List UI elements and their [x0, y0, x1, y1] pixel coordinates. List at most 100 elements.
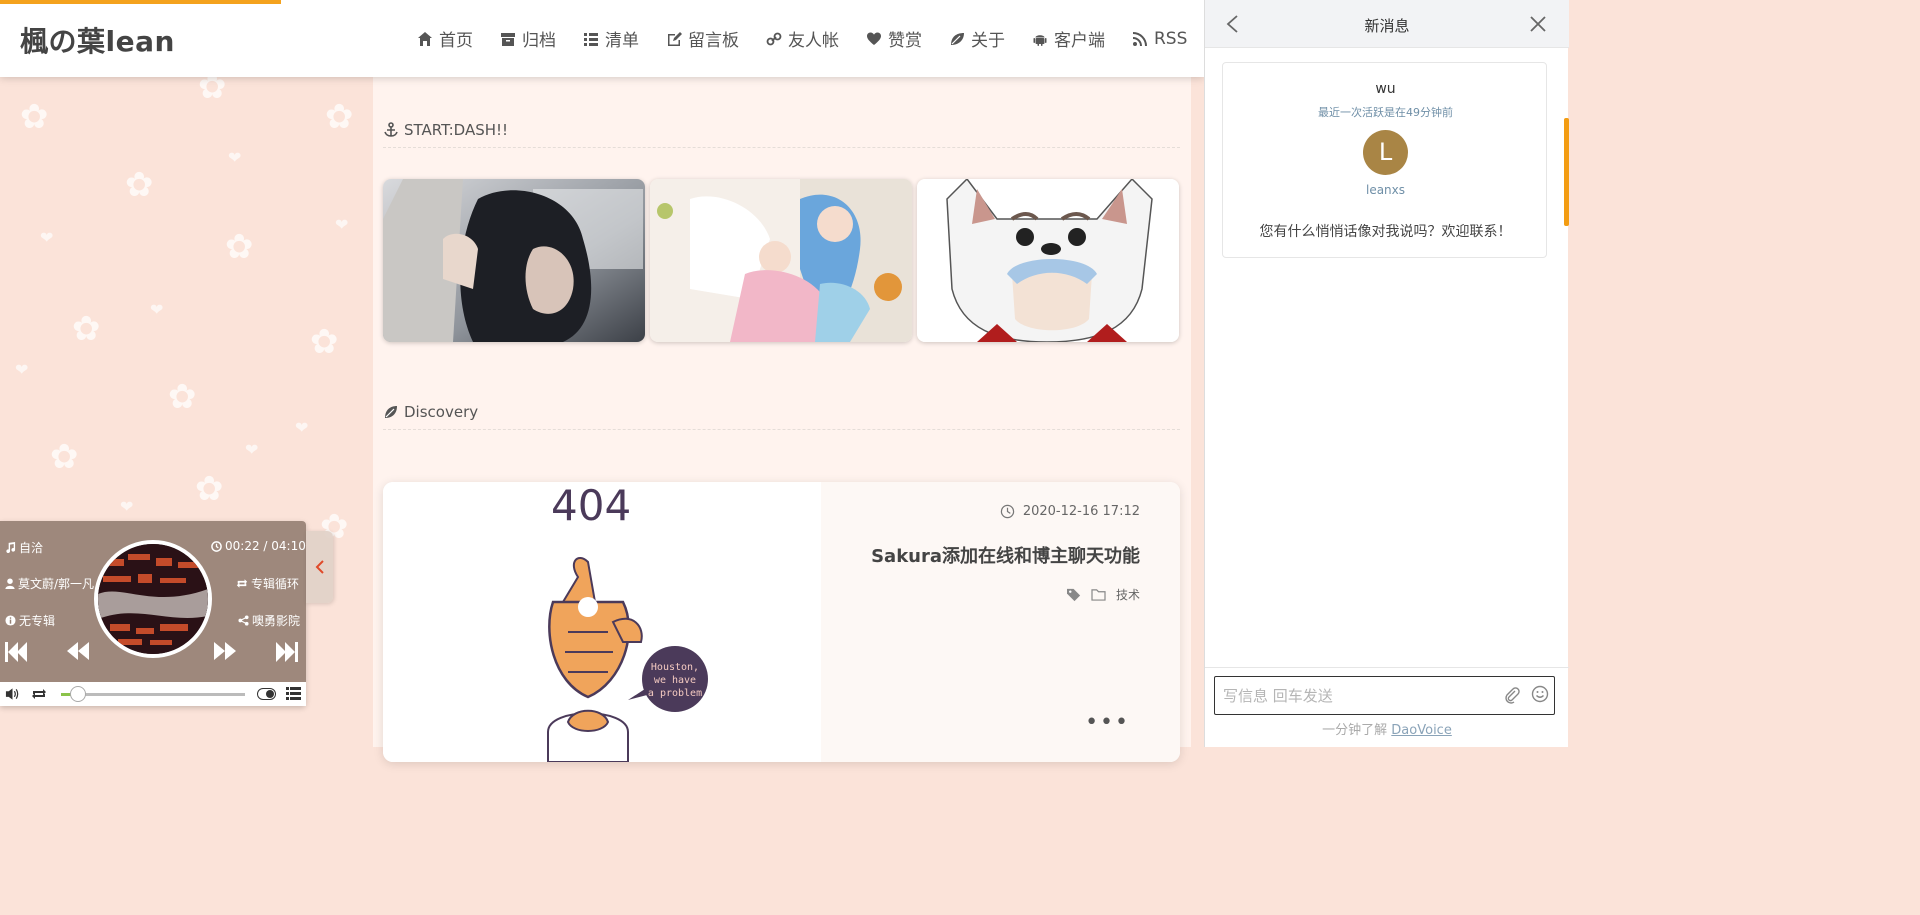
post-thumbnail[interactable]: 404 Houston, we have a problem [383, 482, 821, 762]
emoji-icon[interactable] [1531, 685, 1549, 707]
reading-progress-bar [0, 0, 281, 4]
nav-item-home[interactable]: 首页 [416, 26, 473, 51]
sakura-flower-icon: ✿ [72, 309, 101, 349]
player-album: 无专辑 [5, 612, 55, 629]
featured-card-1[interactable] [383, 179, 645, 342]
agent-card: wu 最近一次活跃是在49分钟前 L leanxs 您有什么悄悄话像对我说吗？欢… [1222, 62, 1547, 258]
share-icon [238, 615, 249, 626]
skip-forward-button[interactable] [275, 641, 299, 663]
player-time-text: 00:22 / 04:10 [225, 539, 306, 553]
skip-forward-icon [276, 642, 298, 662]
android-icon [1031, 30, 1049, 48]
post-card[interactable]: 404 Houston, we have a problem 2020-12-1… [383, 482, 1180, 762]
progress-knob[interactable] [69, 686, 86, 702]
post-title[interactable]: Sakura添加在线和博主聊天功能 [871, 542, 1140, 568]
bubble-line-1: Houston, [651, 662, 699, 673]
music-player: 自洽 00:22 / 04:10 莫文蔚/郭一凡 专辑循环 无专辑 噢勇影院 [0, 521, 306, 706]
post-category[interactable]: 技术 [1116, 586, 1140, 603]
paperclip-icon[interactable] [1504, 686, 1520, 708]
player-share[interactable]: 噢勇影院 [238, 612, 300, 629]
rss-icon [1131, 30, 1149, 48]
loop-toggle-icon[interactable] [31, 687, 47, 704]
bubble-line-3: a problem [648, 688, 702, 699]
chevron-left-icon [315, 560, 324, 574]
sakura-petal-icon: ❤ [228, 148, 242, 167]
nav-item-client[interactable]: 客户端 [1031, 26, 1105, 51]
post-meta: 技术 [1066, 586, 1140, 603]
chat-scrollbar[interactable] [1564, 118, 1569, 226]
progress-track[interactable] [61, 693, 245, 696]
clock-icon [1000, 504, 1015, 519]
agent-handle: leanxs [1365, 183, 1406, 197]
sakura-flower-icon: ✿ [50, 437, 79, 477]
player-artist-text: 莫文蔚/郭一凡 [18, 577, 95, 591]
sakura-petal-icon: ❤ [120, 497, 134, 516]
post-date: 2020-12-16 17:12 [1000, 504, 1140, 519]
section-title-text: Discovery [404, 403, 479, 421]
post-more-button[interactable]: ••• [1085, 710, 1130, 735]
sakura-petal-icon: ❤ [15, 360, 29, 379]
featured-anime-girl-dark-hair-image [383, 179, 645, 342]
featured-card-3[interactable] [917, 179, 1179, 342]
fast-forward-button[interactable] [213, 641, 237, 661]
skip-back-button[interactable] [5, 641, 29, 663]
sakura-petal-icon: ❤ [295, 418, 309, 437]
site-title[interactable]: 楓の葉lean [20, 20, 175, 60]
not-found-cat-illustration: 404 Houston, we have a problem [547, 482, 708, 762]
player-song: 自洽 [5, 539, 43, 556]
player-control-bar [0, 682, 306, 706]
album-cover-disc [94, 540, 212, 658]
chat-powered-by: 一分钟了解 DaoVoice [1205, 719, 1569, 738]
nav-item-about[interactable]: 关于 [948, 26, 1005, 51]
nav-item-donate[interactable]: 赞赏 [865, 26, 922, 51]
featured-gintoki-dog-hat-image [917, 179, 1179, 342]
folder-icon [1091, 589, 1106, 601]
nav-label: 关于 [971, 31, 1005, 51]
post-info: 2020-12-16 17:12 Sakura添加在线和博主聊天功能 技术 ••… [821, 482, 1180, 762]
info-icon [5, 615, 16, 626]
playlist-icon[interactable] [286, 687, 301, 703]
nav-label: 友人帐 [788, 31, 839, 51]
nav-item-rss[interactable]: RSS [1131, 26, 1187, 51]
player-loop-mode[interactable]: 专辑循环 [236, 575, 299, 592]
bubble-line-2: we have [654, 675, 696, 686]
close-icon[interactable] [1529, 15, 1547, 37]
volume-icon[interactable] [5, 687, 20, 704]
sakura-flower-icon: ✿ [168, 377, 197, 417]
agent-greeting: 您有什么悄悄话像对我说吗？欢迎联系！ [1259, 224, 1512, 240]
leaf-icon [948, 30, 966, 48]
player-artist: 莫文蔚/郭一凡 [5, 575, 94, 592]
nav-item-list[interactable]: 清单 [582, 26, 639, 51]
sakura-petal-icon: ❤ [245, 440, 259, 459]
nav-label: 客户端 [1054, 31, 1105, 51]
nav-item-archive[interactable]: 归档 [499, 26, 556, 51]
main-content: START:DASH!! Discovery 404 Houston, we h… [373, 0, 1191, 762]
section-title-text: START:DASH!! [404, 121, 509, 139]
agent-name: wu [1375, 81, 1396, 97]
nav-label: 归档 [522, 31, 556, 51]
chat-title: 新消息 [1364, 17, 1410, 35]
nav-item-friends[interactable]: 友人帐 [765, 26, 839, 51]
lyrics-toggle-icon[interactable] [257, 688, 276, 703]
skip-back-icon [5, 642, 27, 662]
player-collapse-button[interactable] [306, 531, 333, 603]
sakura-petal-icon: ❤ [40, 228, 54, 247]
player-share-text: 噢勇影院 [252, 614, 301, 628]
section-title-start-dash: START:DASH!! [383, 121, 508, 139]
chat-footer-divider [1205, 667, 1569, 668]
featured-card-2[interactable] [650, 179, 912, 342]
sakura-flower-icon: ✿ [325, 97, 354, 137]
sakura-flower-icon: ✿ [20, 97, 49, 137]
agent-last-active: 最近一次活跃是在49分钟前 [1318, 106, 1453, 119]
section-title-discovery: Discovery [383, 403, 478, 421]
nav-label: RSS [1154, 28, 1188, 49]
chat-panel: 新消息 wu 最近一次活跃是在49分钟前 L leanxs 您有什么悄悄话像对我… [1204, 0, 1569, 747]
repeat-icon [236, 579, 248, 588]
nav-item-guestbook[interactable]: 留言板 [665, 26, 739, 51]
link-icon [765, 30, 783, 48]
sakura-flower-icon: ✿ [195, 469, 224, 509]
rewind-button[interactable] [66, 641, 90, 661]
player-time: 00:22 / 04:10 [211, 539, 306, 553]
player-song-text: 自洽 [19, 541, 44, 555]
daovoice-link[interactable]: DaoVoice [1391, 723, 1452, 738]
